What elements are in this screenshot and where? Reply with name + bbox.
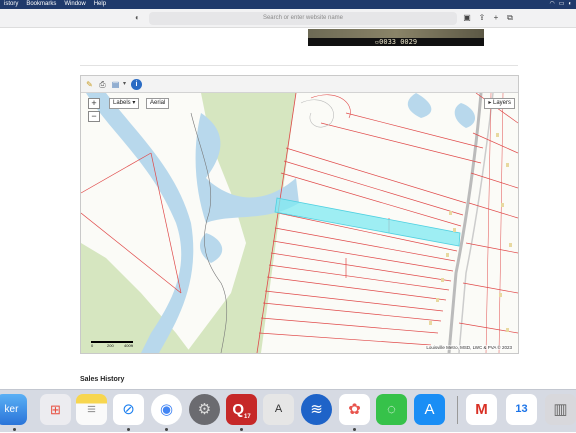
menu-history[interactable]: istory [0, 0, 22, 9]
tab-overview-icon[interactable]: ⧉ [505, 13, 515, 23]
browser-toolbar: ◐ Search or enter website name ▣ ⇪ + ⧉ [0, 9, 576, 28]
camera-image-strip: ▫0033 0029 [308, 29, 484, 46]
scale-label-200: 200 [107, 343, 114, 348]
extension-icon[interactable]: ▣ [462, 13, 472, 23]
zoom-in-button[interactable]: + [88, 98, 100, 109]
wifi-icon[interactable]: ◠ [549, 0, 554, 9]
new-tab-icon[interactable]: + [491, 13, 501, 23]
safari-icon[interactable]: ⊘ [113, 394, 144, 425]
scale-bar: 0 200 400ft [91, 339, 137, 349]
running-indicator [165, 428, 168, 431]
scale-label-0: 0 [91, 343, 94, 348]
measure-ruler-icon[interactable]: ✎ [84, 79, 95, 90]
dock-separator [457, 396, 458, 424]
menu-help[interactable]: Help [90, 0, 110, 9]
map-toolbar: ✎ ⎙ ▤ ▾ i [81, 76, 518, 93]
battery-icon[interactable]: ▭ [559, 0, 565, 9]
menu-bookmarks[interactable]: Bookmarks [22, 0, 60, 9]
map-canvas[interactable]: + − Labels ▾ Aerial ▸ Layers 0 200 400ft… [81, 93, 518, 353]
running-indicator [13, 428, 16, 431]
print-icon[interactable]: ⎙ [97, 79, 108, 90]
openoffice-icon[interactable]: ≋ [301, 394, 332, 425]
trash-icon[interactable]: ▥ [545, 394, 576, 425]
running-indicator [240, 428, 243, 431]
menu-bar: istory Bookmarks Window Help ◠ ▭ ◐ [0, 0, 576, 9]
scale-label-400: 400ft [124, 343, 133, 348]
quicken-icon[interactable]: Q17 [226, 394, 257, 425]
web-page: ▫0033 0029 ✎ ⎙ ▤ ▾ i + − Labels ▾ Aerial… [0, 29, 576, 389]
map-viewer: ✎ ⎙ ▤ ▾ i + − Labels ▾ Aerial ▸ Layers 0… [80, 75, 519, 354]
notes-icon[interactable]: ≡ [76, 394, 107, 425]
running-indicator [127, 428, 130, 431]
labels-dropdown[interactable]: Labels ▾ [109, 98, 140, 109]
camera-overlay-text: ▫0033 0029 [308, 38, 484, 46]
map-attribution: Louisville Metro, MSD, LWC & PVA © 2023 [425, 345, 513, 350]
finder-icon[interactable]: ker [0, 394, 27, 425]
textedit-icon[interactable]: A [263, 394, 294, 425]
layers-button[interactable]: ▸ Layers [484, 98, 515, 109]
zoom-out-button[interactable]: − [88, 111, 100, 122]
photos-icon[interactable]: ✿ [339, 394, 370, 425]
chrome-icon[interactable]: ◉ [151, 394, 182, 425]
calendar-day: 13 [515, 403, 528, 415]
share-icon[interactable]: ⇪ [477, 13, 487, 23]
export-dropdown-icon[interactable]: ▾ [119, 79, 130, 90]
finder-label: ker [4, 404, 19, 415]
quicken-version: 17 [243, 414, 251, 420]
launchpad-icon[interactable]: ⊞ [40, 394, 71, 425]
system-settings-icon[interactable]: ⚙ [189, 394, 220, 425]
aerial-toggle-button[interactable]: Aerial [146, 98, 170, 109]
gmail-icon[interactable]: M [466, 394, 497, 425]
camera-image [308, 29, 484, 38]
menu-window[interactable]: Window [60, 0, 89, 9]
app-store-icon[interactable]: A [414, 394, 445, 425]
quicken-letter: Q [232, 401, 244, 418]
sales-history-heading: Sales History [80, 376, 125, 383]
calendar-icon[interactable]: 13 [506, 394, 537, 425]
control-center-icon[interactable]: ◐ [568, 0, 572, 9]
messages-icon[interactable]: ◌ [376, 394, 407, 425]
parcel-map [81, 93, 518, 353]
dock: ker ⊞ ≡ ⊘ ◉ ⚙ Q17 A ≋ ✿ ◌ A M 13 ▥ [0, 389, 576, 432]
privacy-shield-icon[interactable]: ◐ [135, 13, 143, 23]
section-divider [80, 65, 518, 66]
status-icons: ◠ ▭ ◐ [549, 0, 576, 9]
info-icon[interactable]: i [131, 79, 142, 90]
running-indicator [353, 428, 356, 431]
address-bar[interactable]: Search or enter website name [149, 12, 457, 25]
